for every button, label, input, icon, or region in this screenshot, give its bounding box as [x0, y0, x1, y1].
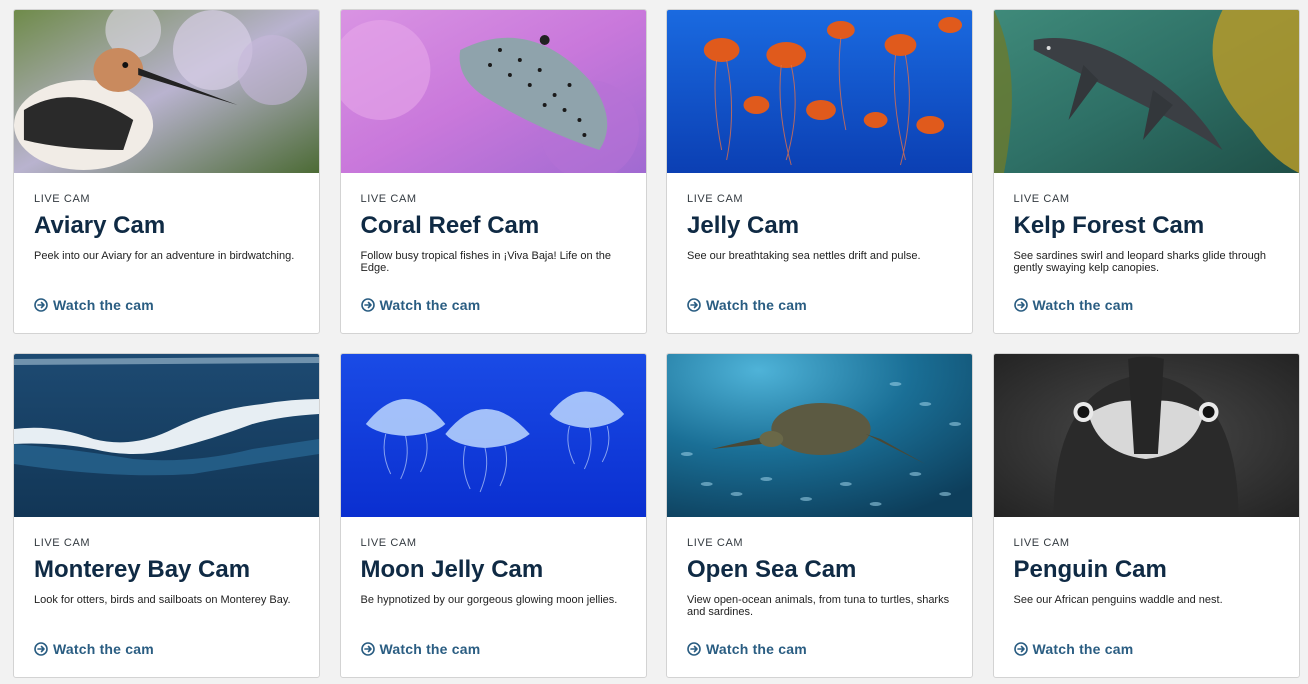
cam-card-monterey-bay[interactable]: LIVE CAM Monterey Bay Cam Look for otter… [13, 353, 320, 678]
card-eyebrow: LIVE CAM [687, 193, 744, 205]
watch-the-cam-link[interactable]: Watch the cam [34, 641, 154, 657]
watch-the-cam-label: Watch the cam [1032, 297, 1134, 313]
arrow-circle-right-icon [687, 298, 701, 312]
arrow-circle-right-icon [687, 642, 701, 656]
card-title[interactable]: Open Sea Cam [687, 556, 952, 584]
watch-the-cam-link[interactable]: Watch the cam [34, 297, 154, 313]
watch-the-cam-link[interactable]: Watch the cam [1013, 641, 1134, 657]
cam-card-open-sea[interactable]: LIVE CAM Open Sea Cam View open-ocean an… [666, 353, 973, 678]
card-eyebrow: LIVE CAM [360, 193, 417, 205]
watch-the-cam-label: Watch the cam [1032, 641, 1134, 657]
card-description: Be hypnotized by our gorgeous glowing mo… [360, 594, 618, 606]
watch-the-cam-link[interactable]: Watch the cam [687, 297, 807, 313]
card-description: Look for otters, birds and sailboats on … [34, 594, 291, 606]
card-description: Follow busy tropical fishes in ¡Viva Baj… [360, 250, 611, 274]
penguin-photo[interactable] [993, 354, 1299, 517]
cam-card-kelp-forest[interactable]: LIVE CAM Kelp Forest Cam See sardines sw… [992, 9, 1300, 334]
cam-card-penguin[interactable]: LIVE CAM Penguin Cam See our African pen… [992, 353, 1300, 678]
card-title[interactable]: Coral Reef Cam [361, 212, 626, 240]
arrow-circle-right-icon [360, 298, 375, 312]
watch-the-cam-link[interactable]: Watch the cam [1013, 297, 1134, 313]
boxfish-photo[interactable] [340, 10, 646, 173]
card-eyebrow: LIVE CAM [1013, 193, 1070, 205]
card-title[interactable]: Jelly Cam [687, 212, 952, 240]
watch-the-cam-label: Watch the cam [379, 641, 481, 657]
live-cam-grid: LIVE CAM Aviary Cam Peek into our Aviary… [13, 9, 1300, 678]
card-title[interactable]: Aviary Cam [34, 212, 299, 240]
arrow-circle-right-icon [34, 642, 48, 656]
watch-the-cam-link[interactable]: Watch the cam [360, 297, 481, 313]
watch-the-cam-link[interactable]: Watch the cam [687, 641, 807, 657]
leopard-shark-kelp-photo[interactable] [993, 10, 1299, 173]
card-title[interactable]: Penguin Cam [1014, 556, 1279, 584]
card-description: See our African penguins waddle and nest… [1013, 594, 1223, 606]
card-eyebrow: LIVE CAM [360, 537, 417, 549]
sea-turtle-photo[interactable] [667, 354, 972, 517]
cam-card-moon-jelly[interactable]: LIVE CAM Moon Jelly Cam Be hypnotized by… [339, 353, 647, 678]
card-description: See our breathtaking sea nettles drift a… [687, 250, 921, 262]
cam-card-coral-reef[interactable]: LIVE CAM Coral Reef Cam Follow busy trop… [339, 9, 647, 334]
watch-the-cam-label: Watch the cam [53, 297, 154, 313]
cam-card-aviary[interactable]: LIVE CAM Aviary Cam Peek into our Aviary… [13, 9, 320, 334]
sea-nettles-photo[interactable] [667, 10, 972, 173]
card-eyebrow: LIVE CAM [34, 193, 91, 205]
card-description: Peek into our Aviary for an adventure in… [34, 250, 295, 262]
card-eyebrow: LIVE CAM [687, 537, 744, 549]
watch-the-cam-label: Watch the cam [379, 297, 481, 313]
card-title[interactable]: Monterey Bay Cam [34, 556, 299, 584]
card-title[interactable]: Moon Jelly Cam [361, 556, 626, 584]
arrow-circle-right-icon [1013, 642, 1028, 656]
watch-the-cam-label: Watch the cam [706, 641, 807, 657]
avocet-bird-photo[interactable] [14, 10, 319, 173]
watch-the-cam-label: Watch the cam [706, 297, 807, 313]
moon-jellies-photo[interactable] [340, 354, 646, 517]
card-eyebrow: LIVE CAM [34, 537, 91, 549]
watch-the-cam-label: Watch the cam [53, 641, 154, 657]
watch-the-cam-link[interactable]: Watch the cam [360, 641, 481, 657]
card-eyebrow: LIVE CAM [1013, 537, 1070, 549]
card-description: See sardines swirl and leopard sharks gl… [1013, 250, 1267, 274]
cam-card-jelly[interactable]: LIVE CAM Jelly Cam See our breathtaking … [666, 9, 973, 334]
arrow-circle-right-icon [1013, 298, 1028, 312]
arrow-circle-right-icon [360, 642, 375, 656]
ocean-waves-photo[interactable] [14, 354, 319, 517]
card-title[interactable]: Kelp Forest Cam [1014, 212, 1279, 240]
card-description: View open-ocean animals, from tuna to tu… [687, 594, 950, 618]
arrow-circle-right-icon [34, 298, 48, 312]
